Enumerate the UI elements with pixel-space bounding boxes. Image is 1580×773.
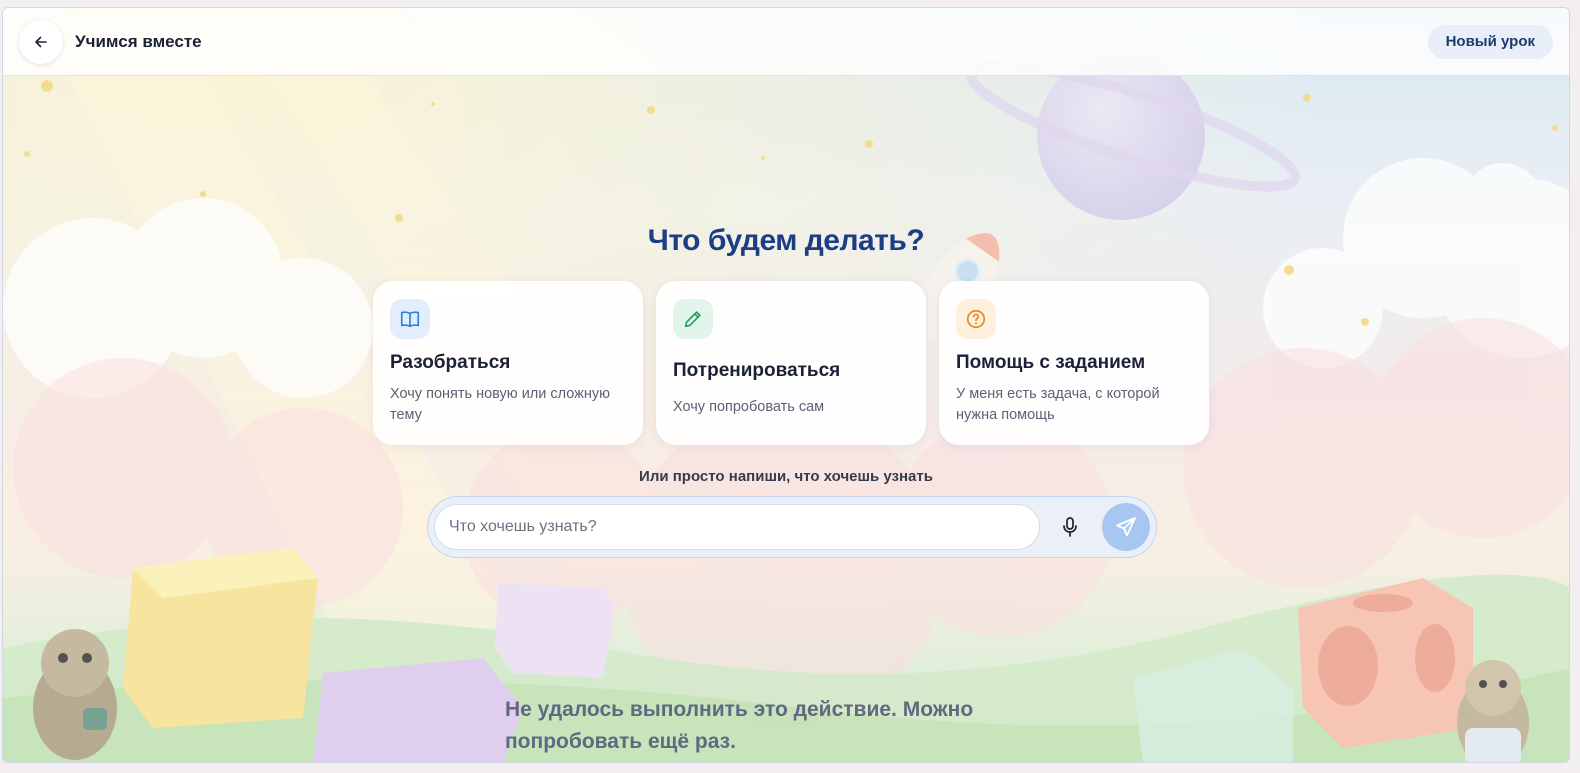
card-icon-wrap: [390, 299, 430, 339]
card-description: Хочу понять новую или сложную тему: [390, 386, 610, 423]
mode-cards: Разобраться Хочу понять новую или сложну…: [373, 281, 1209, 445]
card-icon-wrap: [673, 299, 713, 339]
new-lesson-button[interactable]: Новый урок: [1427, 24, 1553, 59]
pencil-icon: [684, 311, 701, 328]
book-icon: [400, 311, 420, 328]
card-icon-wrap: [956, 299, 996, 339]
microphone-button[interactable]: [1050, 507, 1090, 547]
question-circle-icon: [966, 309, 986, 329]
page-title: Учимся вместе: [75, 31, 202, 51]
microphone-icon: [1063, 517, 1077, 537]
error-message: Не удалось выполнить это действие. Можно…: [505, 698, 974, 753]
send-button[interactable]: [1102, 503, 1150, 551]
card-description: У меня есть задача, с которой нужна помо…: [956, 386, 1160, 423]
chat-input-bar: [427, 496, 1157, 558]
card-task-help[interactable]: Помощь с заданием У меня есть задача, с …: [939, 281, 1209, 445]
question-input[interactable]: [434, 504, 1040, 550]
input-hint: Или просто напиши, что хочешь узнать: [639, 468, 933, 485]
card-understand[interactable]: Разобраться Хочу понять новую или сложну…: [373, 281, 643, 445]
main-heading: Что будем делать?: [647, 224, 925, 257]
card-title: Помощь с заданием: [956, 352, 1146, 373]
card-practice[interactable]: Потренироваться Хочу попробовать сам: [656, 281, 926, 445]
card-title: Разобраться: [390, 352, 511, 373]
send-icon: [1116, 517, 1136, 537]
app-window: Учимся вместе Новый урок Что будем делат…: [2, 7, 1570, 763]
card-description: Хочу попробовать сам: [673, 399, 825, 415]
top-bar: Учимся вместе Новый урок: [3, 8, 1569, 76]
card-title: Потренироваться: [673, 360, 841, 381]
back-button[interactable]: [19, 19, 63, 64]
arrow-left-icon: [35, 36, 47, 47]
